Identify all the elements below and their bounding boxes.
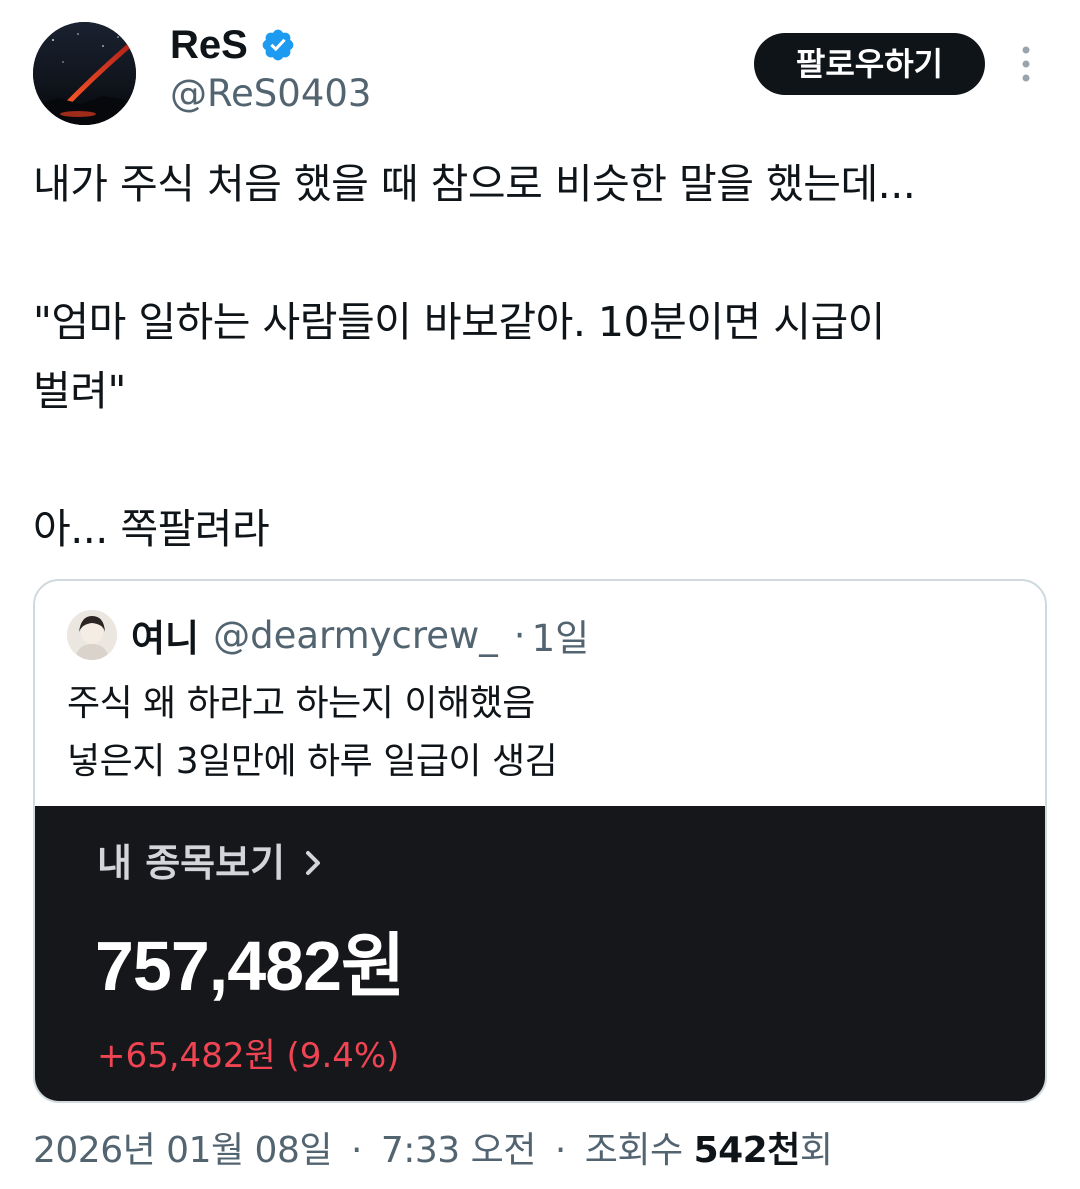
views-count[interactable]: 542천 xyxy=(694,1130,801,1171)
quoted-author-name[interactable]: 여니 xyxy=(131,608,199,662)
quoted-author-handle[interactable]: @dearmycrew_ xyxy=(213,614,498,657)
portfolio-balance: 757,482원 xyxy=(95,927,405,1005)
my-stocks-label: 내 종목보기 xyxy=(97,841,286,885)
quoted-tweet-header: 여니 @dearmycrew_ · 1일 xyxy=(67,609,589,661)
quoted-tweet[interactable]: 여니 @dearmycrew_ · 1일 주식 왜 하라고 하는지 이해했음 넣… xyxy=(33,579,1047,1103)
author-avatar[interactable] xyxy=(33,22,136,125)
person-photo-icon xyxy=(67,610,117,660)
author-name-row[interactable]: ReS xyxy=(170,22,296,68)
tweet-line: "엄마 일하는 사람들이 바보같아. 10분이면 시급이 xyxy=(33,298,885,346)
quoted-tweet-text: 주식 왜 하라고 하는지 이해했음 넣은지 3일만에 하루 일급이 생김 xyxy=(67,675,558,791)
quoted-tweet-time[interactable]: 1일 xyxy=(532,608,590,662)
tweet-meta: 2026년 01월 08일 · 7:33 오전 · 조회수 542천회 xyxy=(33,1128,833,1174)
follow-button[interactable]: 팔로우하기 xyxy=(754,33,985,95)
tweet-text: 내가 주식 처음 했을 때 참으로 비슷한 말을 했는데... "엄마 일하는 … xyxy=(33,150,1043,564)
separator-dot: · xyxy=(350,1130,362,1171)
author-handle[interactable]: @ReS0403 xyxy=(170,72,371,116)
separator-dot: · xyxy=(513,613,526,657)
views-label: 조회수 xyxy=(584,1130,683,1171)
tweet-line: 내가 주식 처음 했을 때 참으로 비슷한 말을 했는데... xyxy=(33,160,916,208)
chevron-right-icon xyxy=(306,851,321,875)
tweet-line: 벌려" xyxy=(33,367,126,415)
portfolio-change: +65,482원 (9.4%) xyxy=(97,1036,400,1076)
tweet-date[interactable]: 2026년 01월 08일 xyxy=(33,1130,332,1171)
author-display-name[interactable]: ReS xyxy=(170,22,248,68)
quoted-tweet-line: 주식 왜 하라고 하는지 이해했음 xyxy=(67,683,535,724)
quoted-tweet-image[interactable]: 내 종목보기 757,482원 +65,482원 (9.4%) xyxy=(35,806,1045,1101)
separator-dot: · xyxy=(554,1130,566,1171)
tweet-line: 아... 쪽팔려라 xyxy=(33,505,270,553)
verified-badge-icon xyxy=(262,29,294,61)
views-suffix: 회 xyxy=(799,1130,833,1171)
quoted-tweet-line: 넣은지 3일만에 하루 일급이 생김 xyxy=(67,741,558,782)
tweet-time[interactable]: 7:33 오전 xyxy=(381,1130,537,1171)
quoted-author-avatar xyxy=(67,610,117,660)
meteor-night-sky-avatar xyxy=(33,22,136,125)
my-stocks-link: 내 종목보기 xyxy=(97,838,323,888)
more-vertical-icon[interactable] xyxy=(1014,44,1038,84)
